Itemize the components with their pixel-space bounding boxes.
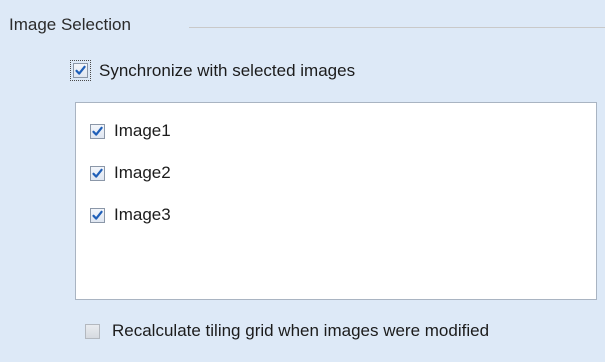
image1-checkbox[interactable] [90, 123, 105, 139]
recalc-checkbox[interactable] [85, 323, 100, 339]
image-checklist[interactable]: Image1 Image2 Image3 [75, 102, 597, 300]
sync-checkbox-label: Synchronize with selected images [99, 60, 356, 80]
checkmark-icon [92, 168, 103, 178]
focus-rectangle [70, 60, 91, 81]
group-title: Image Selection [9, 14, 137, 36]
image-list-item-3[interactable]: Image3 [90, 205, 171, 225]
group-divider [189, 27, 605, 28]
image-list-item-label: Image3 [114, 205, 171, 224]
sync-checkbox[interactable] [73, 63, 88, 78]
checkmark-icon [92, 126, 103, 136]
image-list-item-2[interactable]: Image2 [90, 163, 171, 183]
group-box-header: Image Selection [9, 14, 605, 38]
sync-checkbox-row[interactable]: Synchronize with selected images [70, 60, 355, 81]
image-selection-panel: Image Selection Synchronize with selecte… [0, 0, 605, 362]
image2-checkbox[interactable] [90, 165, 105, 181]
recalc-checkbox-label: Recalculate tiling grid when images were… [112, 321, 490, 340]
checkmark-icon [92, 210, 103, 220]
image-list-item-1[interactable]: Image1 [90, 121, 171, 141]
image-list-item-label: Image2 [114, 163, 171, 182]
recalc-checkbox-row[interactable]: Recalculate tiling grid when images were… [85, 321, 489, 341]
image-list-item-label: Image1 [114, 121, 171, 140]
image3-checkbox[interactable] [90, 207, 105, 223]
checkmark-icon [75, 65, 86, 75]
